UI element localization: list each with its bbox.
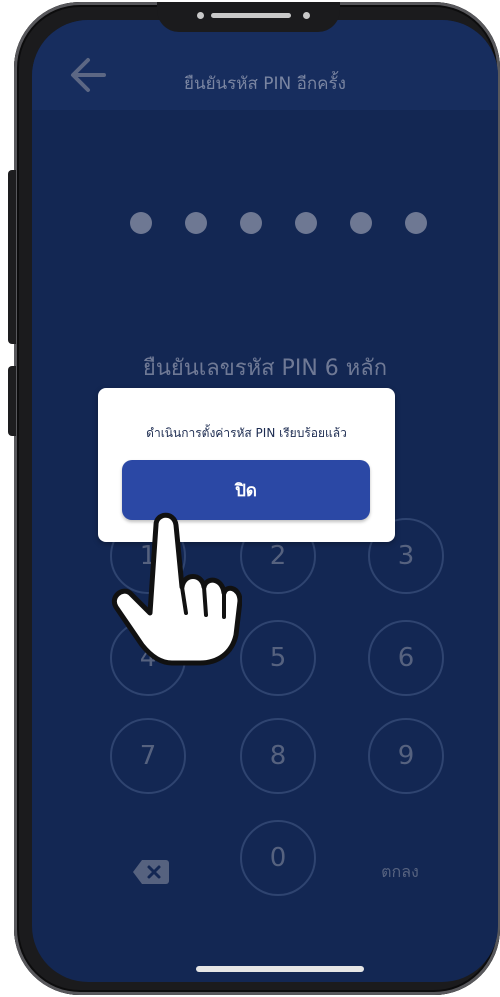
ok-button[interactable]: ตกลง (362, 860, 438, 885)
notch-sensor (197, 12, 204, 19)
notch (157, 2, 340, 32)
key-7[interactable]: 7 (110, 718, 186, 794)
key-9[interactable]: 9 (368, 718, 444, 794)
key-8[interactable]: 8 (240, 718, 316, 794)
side-button (8, 366, 16, 436)
pin-dot (240, 212, 262, 234)
hand-pointer-icon (112, 512, 242, 666)
side-button (8, 170, 16, 344)
dialog-message: ดำเนินการตั้งค่ารหัส PIN เรียบร้อยแล้ว (146, 426, 347, 440)
pin-dot (350, 212, 372, 234)
page-title: ยืนยันรหัส PIN อีกครั้ง (184, 74, 346, 94)
instruction-line-1: ยืนยันเลขรหัส PIN 6 หลัก (142, 356, 388, 381)
key-6[interactable]: 6 (368, 620, 444, 696)
key-5[interactable]: 5 (240, 620, 316, 696)
pin-dot (295, 212, 317, 234)
pin-dot (185, 212, 207, 234)
pin-indicator (130, 212, 430, 236)
key-0[interactable]: 0 (240, 820, 316, 896)
notch-camera (303, 12, 310, 19)
pin-dot (130, 212, 152, 234)
app-header: ยืนยันรหัส PIN อีกครั้ง (32, 20, 498, 110)
backspace-icon[interactable] (132, 858, 170, 886)
notch-speaker (211, 13, 291, 18)
pin-dot (405, 212, 427, 234)
home-indicator (196, 966, 364, 972)
